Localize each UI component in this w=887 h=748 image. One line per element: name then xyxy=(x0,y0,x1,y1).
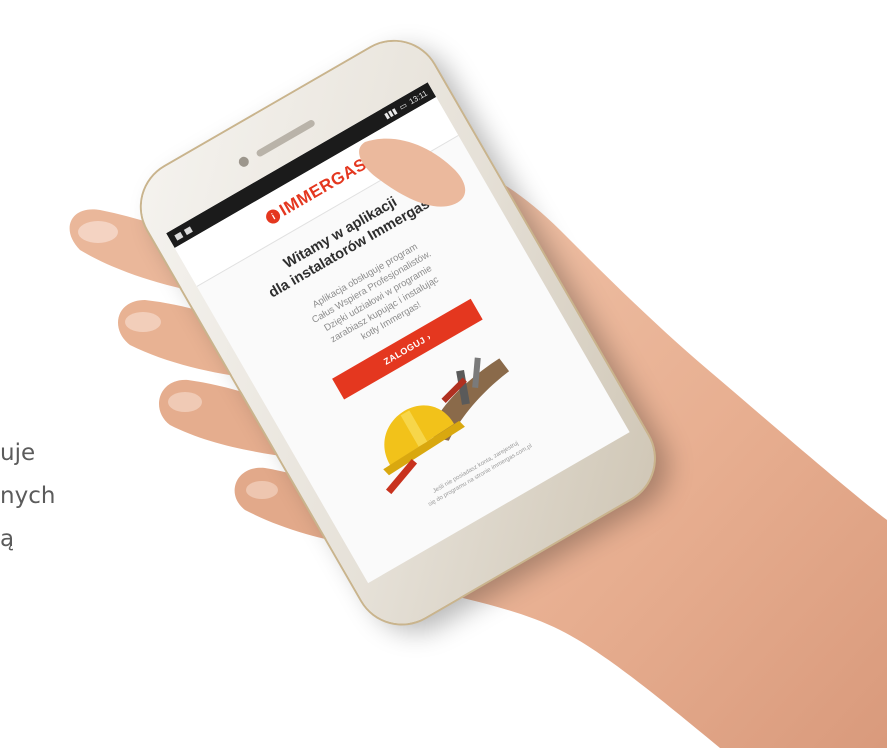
notification-icon xyxy=(183,225,193,235)
battery-icon: ▭ xyxy=(397,100,409,112)
front-camera xyxy=(236,154,251,169)
hardhat-and-tools-icon xyxy=(383,357,510,495)
notification-icon xyxy=(174,231,184,241)
